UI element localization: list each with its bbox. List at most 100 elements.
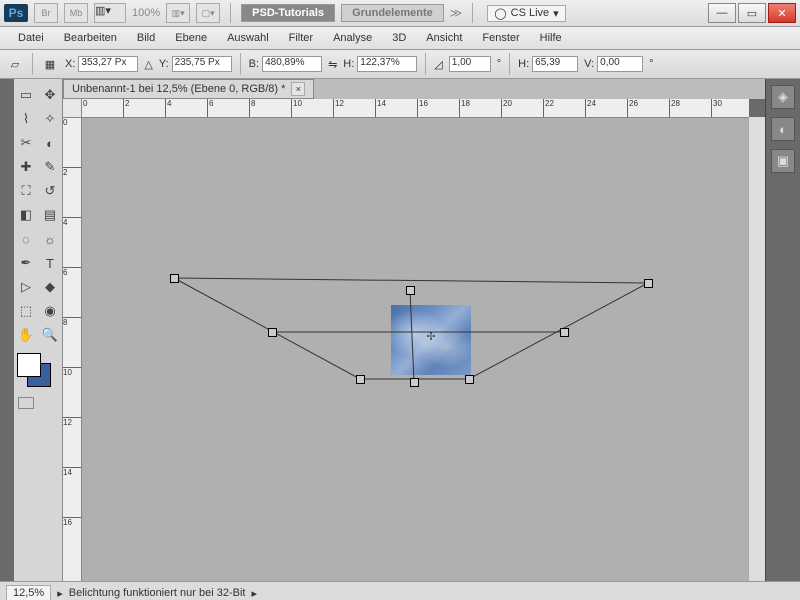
- close-button[interactable]: ✕: [768, 3, 796, 23]
- gradient-tool[interactable]: ▤: [38, 203, 62, 227]
- dodge-tool[interactable]: ☼: [38, 227, 62, 251]
- view-extras-button[interactable]: ▥▾: [166, 3, 190, 23]
- menu-auswahl[interactable]: Auswahl: [217, 29, 279, 47]
- menu-filter[interactable]: Filter: [279, 29, 323, 47]
- horizontal-ruler[interactable]: 024681012141618202224262830: [81, 99, 749, 118]
- stamp-tool[interactable]: ⛶: [14, 179, 38, 203]
- minimize-button[interactable]: —: [708, 3, 736, 23]
- skew-v-label: V:: [584, 58, 594, 70]
- h-input[interactable]: 122,37%: [357, 56, 417, 72]
- link-icon[interactable]: ⇋: [328, 58, 337, 71]
- 3d-tool[interactable]: ⬚: [14, 299, 38, 323]
- channels-panel-icon[interactable]: ◐: [771, 117, 795, 141]
- options-bar: ▱ ▦ X:353,27 Px △ Y:235,75 Px B:480,89% …: [0, 50, 800, 79]
- triangle-icon: △: [144, 58, 152, 71]
- lasso-tool[interactable]: ⌇: [14, 107, 38, 131]
- foreground-swatch[interactable]: [17, 353, 41, 377]
- reference-point-icon[interactable]: ▦: [41, 55, 59, 73]
- left-gutter: [0, 79, 14, 581]
- menu-ansicht[interactable]: Ansicht: [416, 29, 472, 47]
- wand-tool[interactable]: ✧: [38, 107, 62, 131]
- status-zoom[interactable]: 12,5%: [6, 585, 51, 600]
- status-bar: 12,5% ▸ Belichtung funktioniert nur bei …: [0, 581, 800, 600]
- transform-handle[interactable]: [406, 286, 415, 295]
- skew-h-label: H:: [518, 58, 529, 70]
- angle-icon: ◿: [434, 58, 442, 71]
- document-tab-row: Unbenannt-1 bei 12,5% (Ebene 0, RGB/8) *…: [63, 79, 765, 99]
- eyedropper-tool[interactable]: ◐: [38, 131, 62, 155]
- heal-tool[interactable]: ✚: [14, 155, 38, 179]
- close-tab-icon[interactable]: ×: [291, 82, 305, 96]
- layers-panel-icon[interactable]: ◈: [771, 85, 795, 109]
- app-logo: Ps: [4, 4, 28, 22]
- menu-3d[interactable]: 3D: [382, 29, 416, 47]
- pen-tool[interactable]: ✒: [14, 251, 38, 275]
- status-message: Belichtung funktioniert nur bei 32-Bit: [69, 587, 246, 599]
- menu-analyse[interactable]: Analyse: [323, 29, 382, 47]
- document-tab[interactable]: Unbenannt-1 bei 12,5% (Ebene 0, RGB/8) *…: [63, 79, 314, 99]
- brush-tool[interactable]: ✎: [38, 155, 62, 179]
- skew-v-input[interactable]: 0,00: [597, 56, 643, 72]
- rotation-unit: °: [497, 58, 501, 70]
- marquee-tool[interactable]: ▭: [14, 83, 38, 107]
- ruler-origin[interactable]: [63, 99, 82, 118]
- 3d-camera-tool[interactable]: ◉: [38, 299, 62, 323]
- y-input[interactable]: 235,75 Px: [172, 56, 232, 72]
- transform-handle[interactable]: [268, 328, 277, 337]
- bridge-button[interactable]: Br: [34, 3, 58, 23]
- cs-live-button[interactable]: ◯ CS Live ▾: [487, 5, 565, 22]
- workspace-tab-tutorials[interactable]: PSD-Tutorials: [241, 4, 335, 22]
- arrange-dropdown[interactable]: ▥▾: [94, 3, 126, 23]
- right-dock: ◈ ◐ ▣: [765, 79, 800, 581]
- workspace-more-icon[interactable]: ≫: [450, 6, 463, 20]
- transform-handle[interactable]: [356, 375, 365, 384]
- menu-ebene[interactable]: Ebene: [165, 29, 217, 47]
- transform-handle[interactable]: [170, 274, 179, 283]
- eraser-tool[interactable]: ◧: [14, 203, 38, 227]
- status-arrow-icon[interactable]: ▸: [57, 587, 63, 600]
- skew-h-input[interactable]: 65,39: [532, 56, 578, 72]
- menu-bar: Datei Bearbeiten Bild Ebene Auswahl Filt…: [0, 27, 800, 50]
- hand-tool[interactable]: ✋: [14, 323, 38, 347]
- history-brush-tool[interactable]: ↺: [38, 179, 62, 203]
- x-input[interactable]: 353,27 Px: [78, 56, 138, 72]
- w-label: B:: [249, 58, 259, 70]
- menu-datei[interactable]: Datei: [8, 29, 54, 47]
- crop-tool[interactable]: ✂: [14, 131, 38, 155]
- transform-pivot-icon[interactable]: ✢: [425, 330, 437, 342]
- status-arrow2-icon[interactable]: ▸: [251, 587, 257, 600]
- toolbox: ▭✥ ⌇✧ ✂◐ ✚✎ ⛶↺ ◧▤ ◌☼ ✒T ▷◆ ⬚◉ ✋🔍: [14, 79, 63, 581]
- color-swatches[interactable]: [17, 353, 57, 393]
- menu-hilfe[interactable]: Hilfe: [530, 29, 572, 47]
- move-tool[interactable]: ✥: [38, 83, 62, 107]
- menu-fenster[interactable]: Fenster: [472, 29, 529, 47]
- blur-tool[interactable]: ◌: [14, 227, 38, 251]
- screen-mode-button[interactable]: ▢▾: [196, 3, 220, 23]
- shape-tool[interactable]: ◆: [38, 275, 62, 299]
- quickmask-toggle[interactable]: [18, 397, 34, 409]
- paths-panel-icon[interactable]: ▣: [771, 149, 795, 173]
- transform-tool-icon[interactable]: ▱: [6, 55, 24, 73]
- transform-handle[interactable]: [560, 328, 569, 337]
- canvas[interactable]: ✢: [81, 117, 749, 581]
- transform-handle[interactable]: [465, 375, 474, 384]
- y-label: Y:: [159, 58, 169, 70]
- transform-handle[interactable]: [644, 279, 653, 288]
- vertical-scrollbar[interactable]: [748, 117, 765, 581]
- rotation-input[interactable]: 1,00: [449, 56, 491, 72]
- menu-bild[interactable]: Bild: [127, 29, 165, 47]
- minibridge-button[interactable]: Mb: [64, 3, 88, 23]
- type-tool[interactable]: T: [38, 251, 62, 275]
- document-tab-title: Unbenannt-1 bei 12,5% (Ebene 0, RGB/8) *: [72, 83, 285, 95]
- w-input[interactable]: 480,89%: [262, 56, 322, 72]
- menu-bearbeiten[interactable]: Bearbeiten: [54, 29, 127, 47]
- x-label: X:: [65, 58, 75, 70]
- vertical-ruler[interactable]: 0246810121416: [63, 117, 82, 581]
- maximize-button[interactable]: ▭: [738, 3, 766, 23]
- workspace-tab-grundelemente[interactable]: Grundelemente: [341, 4, 444, 22]
- h-label: H:: [343, 58, 354, 70]
- cs-live-label: CS Live: [511, 7, 550, 19]
- zoom-tool[interactable]: 🔍: [38, 323, 62, 347]
- transform-handle[interactable]: [410, 378, 419, 387]
- path-select-tool[interactable]: ▷: [14, 275, 38, 299]
